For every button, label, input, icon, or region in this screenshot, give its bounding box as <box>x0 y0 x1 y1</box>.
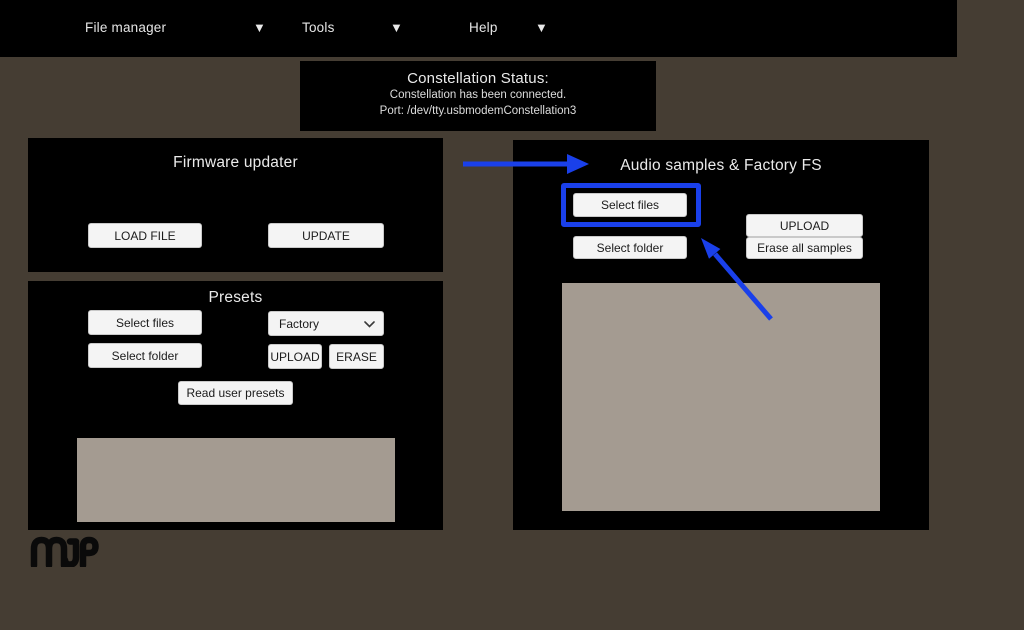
audio-samples-title: Audio samples & Factory FS <box>513 157 929 175</box>
erase-all-samples-button[interactable]: Erase all samples <box>746 237 863 259</box>
samples-select-files-button[interactable]: Select files <box>573 193 687 217</box>
read-user-presets-button[interactable]: Read user presets <box>178 381 293 405</box>
preset-bank-selected-value: Factory <box>279 317 319 331</box>
presets-select-files-button[interactable]: Select files <box>88 310 202 335</box>
presets-title: Presets <box>28 289 443 307</box>
menu-file-manager[interactable]: File manager <box>85 20 166 35</box>
samples-select-folder-button[interactable]: Select folder <box>573 236 687 259</box>
firmware-updater-panel: Firmware updater <box>28 138 443 272</box>
menu-bar: File manager ▼ Tools ▼ Help ▼ <box>0 0 957 57</box>
samples-file-list-area <box>562 283 880 511</box>
presets-file-list-area <box>77 438 395 522</box>
preset-bank-select[interactable]: Factory <box>268 311 384 336</box>
status-port-text: Port: /dev/tty.usbmodemConstellation3 <box>300 103 656 119</box>
help-dropdown-triangle-icon[interactable]: ▼ <box>535 20 548 35</box>
status-connection-text: Constellation has been connected. <box>300 87 656 103</box>
firmware-load-file-button[interactable]: LOAD FILE <box>88 223 202 248</box>
samples-upload-button[interactable]: UPLOAD <box>746 214 863 237</box>
firmware-updater-title: Firmware updater <box>28 154 443 172</box>
presets-erase-button[interactable]: ERASE <box>329 344 384 369</box>
presets-upload-button[interactable]: UPLOAD <box>268 344 322 369</box>
menu-help[interactable]: Help <box>469 20 498 35</box>
chevron-down-icon <box>364 317 375 331</box>
mwp-logo <box>29 535 99 567</box>
status-title: Constellation Status: <box>300 70 656 87</box>
app-window: File manager ▼ Tools ▼ Help ▼ Constellat… <box>0 0 1024 630</box>
firmware-update-button[interactable]: UPDATE <box>268 223 384 248</box>
tools-dropdown-triangle-icon[interactable]: ▼ <box>390 20 403 35</box>
presets-select-folder-button[interactable]: Select folder <box>88 343 202 368</box>
menu-tools[interactable]: Tools <box>302 20 335 35</box>
constellation-status-panel: Constellation Status: Constellation has … <box>300 61 656 131</box>
file-manager-dropdown-triangle-icon[interactable]: ▼ <box>253 20 266 35</box>
